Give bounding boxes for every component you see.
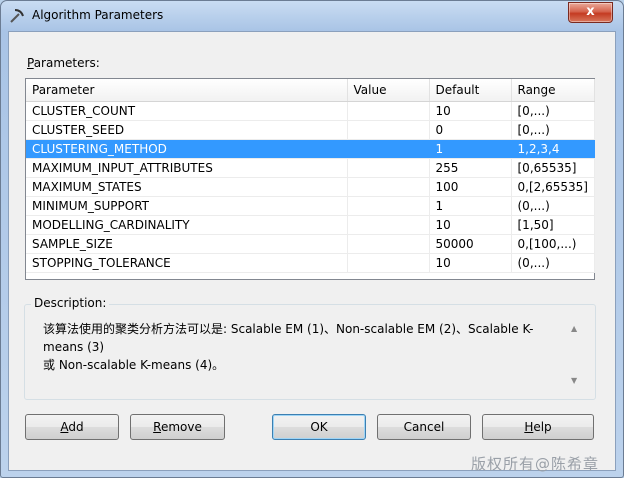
cell-value[interactable] — [347, 158, 430, 178]
title-bar[interactable]: Algorithm Parameters x — [1, 1, 623, 31]
cancel-button[interactable]: Cancel — [377, 414, 471, 440]
scroll-down-icon[interactable]: ▼ — [571, 376, 577, 385]
cell-default: 0 — [429, 120, 512, 140]
column-header-range[interactable]: Range — [511, 79, 595, 102]
cell-value[interactable] — [347, 177, 430, 197]
cell-parameter: SAMPLE_SIZE — [26, 234, 348, 254]
window-title: Algorithm Parameters — [32, 8, 164, 22]
table-row[interactable]: MAXIMUM_STATES 100 0,[2,65535] — [26, 177, 595, 197]
cell-range: [0,...) — [511, 120, 595, 140]
cell-parameter: STOPPING_TOLERANCE — [26, 253, 348, 273]
cell-range: (0,...) — [511, 196, 595, 216]
cell-default: 1 — [429, 139, 512, 159]
cell-parameter: MODELLING_CARDINALITY — [26, 215, 348, 235]
cell-default: 10 — [429, 253, 512, 273]
cell-value[interactable] — [347, 215, 430, 235]
cell-default: 10 — [429, 215, 512, 235]
scroll-up-icon[interactable]: ▲ — [571, 324, 577, 333]
cell-range: 0,[100,...) — [511, 234, 595, 254]
add-button[interactable]: Add — [25, 414, 119, 440]
cell-value[interactable] — [347, 120, 430, 140]
cell-value[interactable] — [347, 253, 430, 273]
cell-range: [0,...) — [511, 101, 595, 121]
cell-value[interactable] — [347, 234, 430, 254]
close-button[interactable]: x — [568, 2, 613, 23]
cell-range: [1,50] — [511, 215, 595, 235]
cell-parameter: MINIMUM_SUPPORT — [26, 196, 348, 216]
pickaxe-icon — [10, 9, 24, 23]
cell-parameter: CLUSTER_COUNT — [26, 101, 348, 121]
cell-value[interactable] — [347, 196, 430, 216]
cell-parameter: CLUSTERING_METHOD — [26, 139, 348, 159]
remove-button[interactable]: Remove — [130, 414, 225, 440]
cell-default: 50000 — [429, 234, 512, 254]
cell-default: 10 — [429, 101, 512, 121]
table-row[interactable]: CLUSTER_COUNT 10 [0,...) — [26, 101, 595, 121]
table-row[interactable]: STOPPING_TOLERANCE 10 (0,...) — [26, 253, 595, 273]
cell-value[interactable] — [347, 101, 430, 121]
cell-range: [0,65535] — [511, 158, 595, 178]
parameters-label: Parameters: — [27, 56, 100, 70]
table-row[interactable]: MAXIMUM_INPUT_ATTRIBUTES 255 [0,65535] — [26, 158, 595, 178]
cell-default: 255 — [429, 158, 512, 178]
cell-default: 1 — [429, 196, 512, 216]
table-row[interactable]: CLUSTERING_METHOD 1 1,2,3,4 — [26, 139, 595, 159]
cell-default: 100 — [429, 177, 512, 197]
table-row[interactable]: MINIMUM_SUPPORT 1 (0,...) — [26, 196, 595, 216]
cell-range: 0,[2,65535] — [511, 177, 595, 197]
description-label: Description: — [31, 296, 110, 310]
table-row[interactable]: MODELLING_CARDINALITY 10 [1,50] — [26, 215, 595, 235]
ok-button[interactable]: OK — [272, 414, 366, 440]
cell-value[interactable] — [347, 139, 430, 159]
cell-parameter: MAXIMUM_INPUT_ATTRIBUTES — [26, 158, 348, 178]
close-icon: x — [586, 4, 595, 19]
description-line-1: 该算法使用的聚类分析方法可以是: Scalable EM (1)、Non-sca… — [43, 322, 534, 354]
description-text: 该算法使用的聚类分析方法可以是: Scalable EM (1)、Non-sca… — [43, 320, 563, 374]
description-line-2: 或 Non-scalable K-means (4)。 — [43, 358, 225, 372]
dialog-window: Algorithm Parameters x Parameters: Param… — [0, 0, 624, 478]
column-header-parameter[interactable]: Parameter — [26, 79, 348, 102]
cell-range: 1,2,3,4 — [511, 139, 595, 159]
watermark-text: 版权所有@陈希章 — [471, 455, 600, 473]
column-header-value[interactable]: Value — [347, 79, 430, 102]
table-row[interactable]: SAMPLE_SIZE 50000 0,[100,...) — [26, 234, 595, 254]
table-row[interactable]: CLUSTER_SEED 0 [0,...) — [26, 120, 595, 140]
cell-parameter: CLUSTER_SEED — [26, 120, 348, 140]
grid-header-row: Parameter Value Default Range — [26, 79, 595, 102]
column-header-default[interactable]: Default — [429, 79, 512, 102]
dialog-client: Parameters: Parameter Value Default Rang… — [8, 31, 616, 471]
help-button[interactable]: Help — [482, 414, 594, 440]
cell-parameter: MAXIMUM_STATES — [26, 177, 348, 197]
cell-range: (0,...) — [511, 253, 595, 273]
parameters-grid[interactable]: Parameter Value Default Range CLUSTER_CO… — [25, 78, 595, 280]
